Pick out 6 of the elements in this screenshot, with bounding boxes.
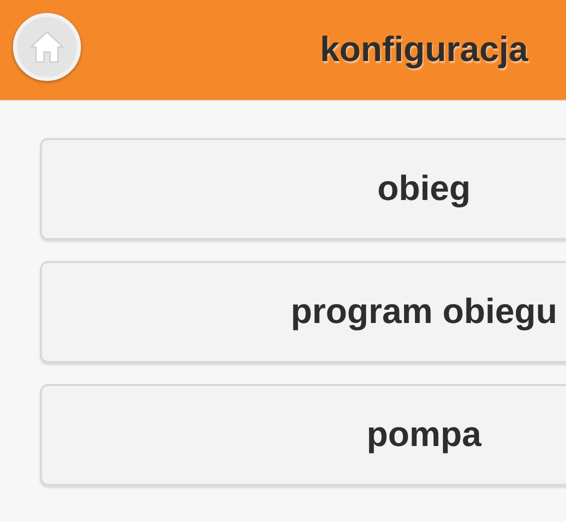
menu-button[interactable]: program obiegu	[40, 261, 566, 363]
menu-button[interactable]: obieg	[40, 138, 566, 240]
page-title: konfiguracja	[320, 30, 528, 70]
menu-button[interactable]: pompa	[40, 384, 566, 486]
home-icon	[29, 30, 65, 64]
home-button[interactable]	[13, 13, 81, 81]
